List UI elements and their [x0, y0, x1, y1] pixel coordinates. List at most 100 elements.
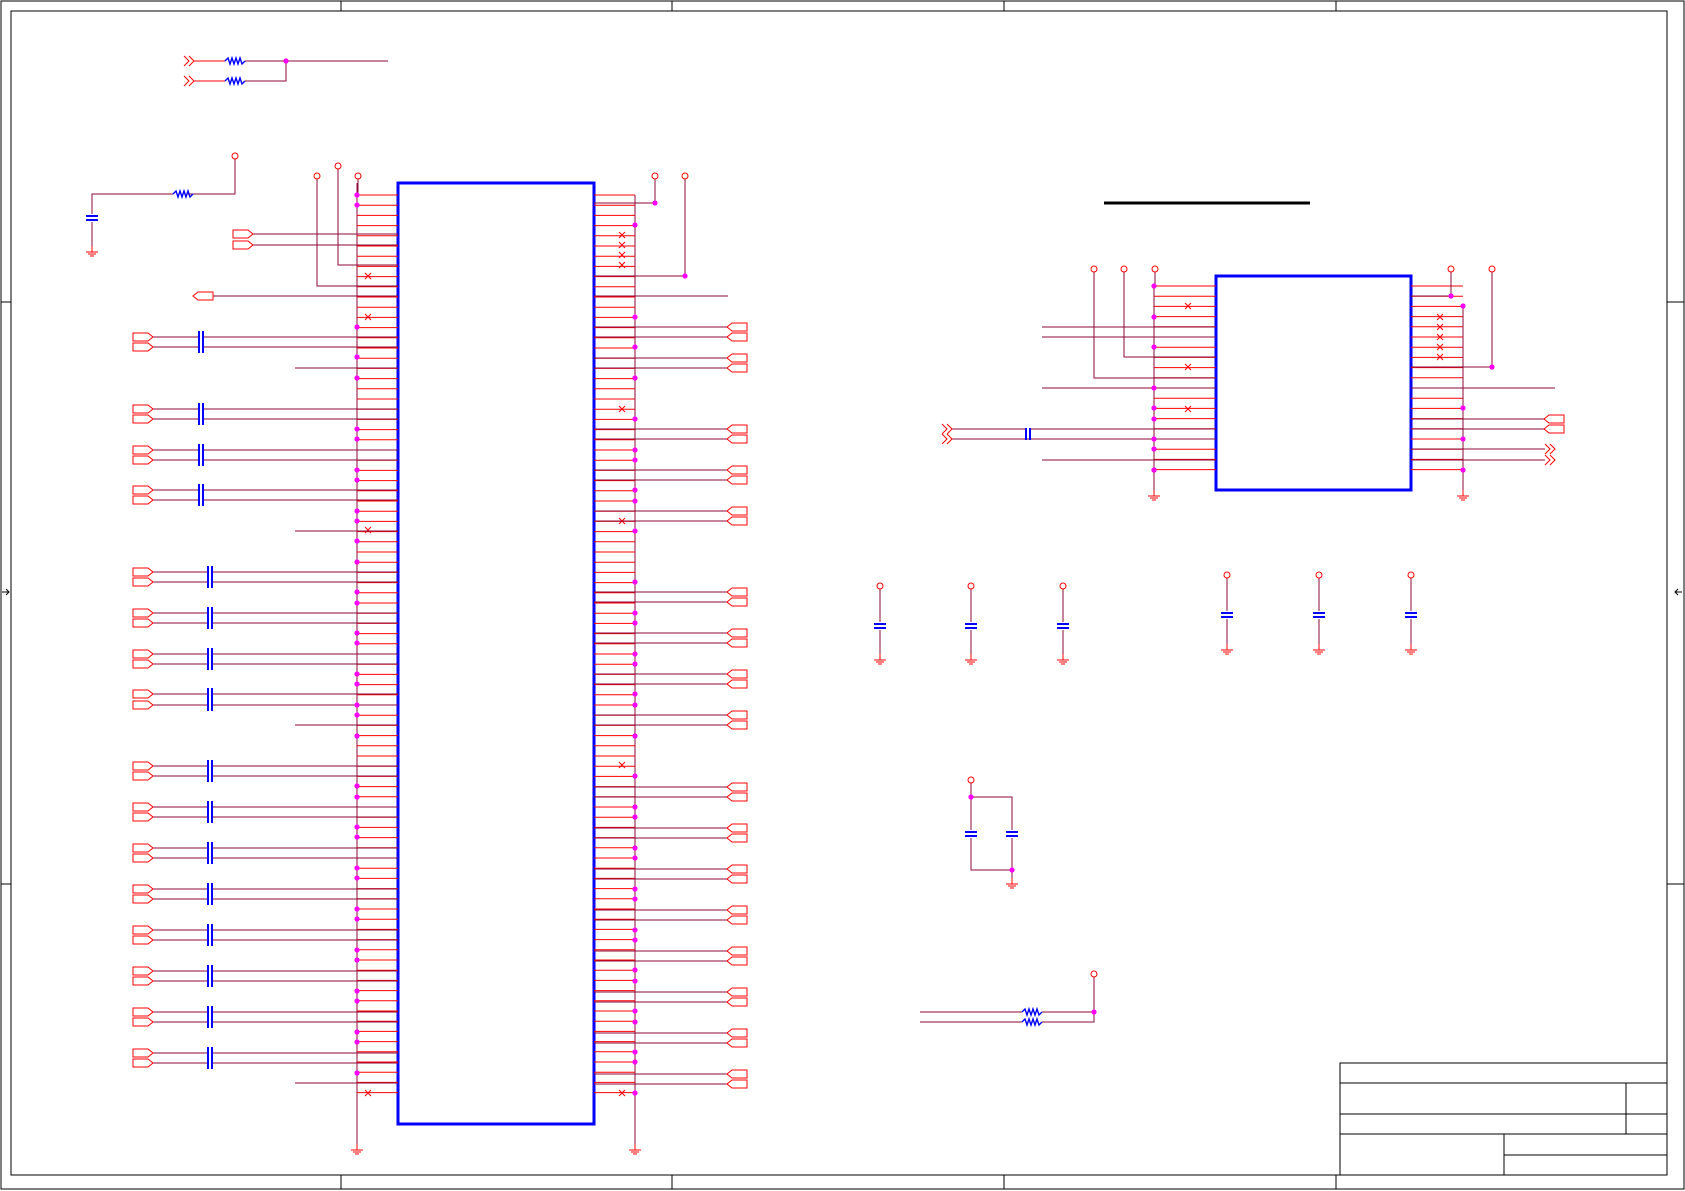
capacitor-icon [207, 811, 213, 823]
junction-dot [354, 681, 360, 687]
junction-dot [1460, 467, 1466, 473]
output-port-icon [726, 905, 748, 915]
capacitor-icon [198, 454, 204, 466]
wire-path [594, 179, 656, 204]
capacitor-icon [207, 852, 213, 864]
junction-dot [632, 528, 638, 534]
junction-dot [1151, 385, 1157, 391]
input-port-icon [132, 976, 154, 986]
input-port-icon [132, 894, 154, 904]
junction-dot [632, 927, 638, 933]
junction-dot [682, 273, 688, 279]
power-port-icon [1223, 571, 1231, 579]
ground-icon [1006, 878, 1018, 889]
wire-path [1411, 272, 1452, 297]
power-port-icon [967, 582, 975, 590]
power-port-icon [334, 162, 342, 170]
junction-dot [354, 702, 360, 708]
ground-icon [965, 654, 977, 665]
junction-dot [632, 845, 638, 851]
output-port-icon [726, 987, 748, 997]
junction-dot [354, 906, 360, 912]
junction-dot [632, 487, 638, 493]
output-port-icon [726, 792, 748, 802]
junction-dot [632, 855, 638, 861]
input-port-icon [132, 1007, 154, 1017]
ground-icon [1148, 490, 1160, 501]
junction-dot [354, 589, 360, 595]
output-port-icon [726, 874, 748, 884]
junction-dot [1489, 364, 1495, 370]
output-port-icon [1543, 424, 1565, 434]
input-port-icon [132, 608, 154, 618]
junction-dot [632, 1019, 638, 1025]
main-ic-body[interactable] [396, 181, 596, 1126]
junction-dot [632, 661, 638, 667]
input-port-icon [132, 771, 154, 781]
output-port-icon [726, 475, 748, 485]
junction-dot [354, 426, 360, 432]
junction-dot [354, 375, 360, 381]
capacitor-icon [965, 831, 977, 837]
offpage-connector-icon [183, 75, 195, 87]
junction-dot [354, 538, 360, 544]
output-port-icon [726, 915, 748, 925]
output-port-icon [726, 710, 748, 720]
capacitor-icon [1313, 612, 1325, 618]
ground-icon [1405, 644, 1417, 655]
secondary-ic-body[interactable] [1214, 274, 1413, 492]
junction-dot [354, 467, 360, 473]
junction-dot [354, 865, 360, 871]
junction-dot [632, 814, 638, 820]
power-port-icon [876, 582, 884, 590]
output-port-icon [726, 1069, 748, 1079]
junction-dot [652, 200, 658, 206]
power-port-icon [1090, 265, 1098, 273]
capacitor-icon [207, 1016, 213, 1028]
output-port-icon [726, 587, 748, 597]
junction-dot [1151, 416, 1157, 422]
junction-dot [1151, 314, 1157, 320]
junction-dot [632, 314, 638, 320]
junction-dot [1448, 293, 1454, 299]
junction-dot [632, 804, 638, 810]
capacitor-icon [1221, 612, 1233, 618]
junction-dot [632, 457, 638, 463]
input-port-icon [132, 935, 154, 945]
capacitor-icon [207, 658, 213, 670]
junction-dot [1151, 283, 1157, 289]
junction-dot [354, 733, 360, 739]
no-connect-icon [1184, 405, 1192, 413]
junction-dot [1460, 303, 1466, 309]
junction-dot [632, 1090, 638, 1096]
capacitor-icon [207, 975, 213, 987]
output-port-icon [726, 1038, 748, 1048]
input-port-icon [132, 925, 154, 935]
junction-dot [354, 192, 360, 198]
output-port-icon [726, 597, 748, 607]
title-block [1339, 1062, 1668, 1176]
junction-dot [632, 498, 638, 504]
ground-icon [1057, 654, 1069, 665]
output-port-icon [726, 1079, 748, 1089]
output-port-icon [726, 424, 748, 434]
passive-components [86, 55, 1496, 1155]
input-port-icon [132, 342, 154, 352]
no-connect-icon [618, 231, 626, 239]
junction-dot [632, 1049, 638, 1055]
junction-dot [1151, 467, 1157, 473]
junction-dot [354, 957, 360, 963]
output-port-icon [726, 638, 748, 648]
junction-dot [632, 447, 638, 453]
power-port-icon [1447, 265, 1455, 273]
input-port-icon [132, 1048, 154, 1058]
resistor-icon [224, 55, 246, 67]
input-port-icon [232, 229, 254, 239]
capacitor-icon [207, 934, 213, 946]
capacitor-icon [965, 623, 977, 629]
power-port-icon [1120, 265, 1128, 273]
capacitor-icon [207, 576, 213, 588]
ground-icon [351, 1144, 363, 1155]
wire-path [1042, 977, 1095, 1023]
ground-icon [629, 1144, 641, 1155]
